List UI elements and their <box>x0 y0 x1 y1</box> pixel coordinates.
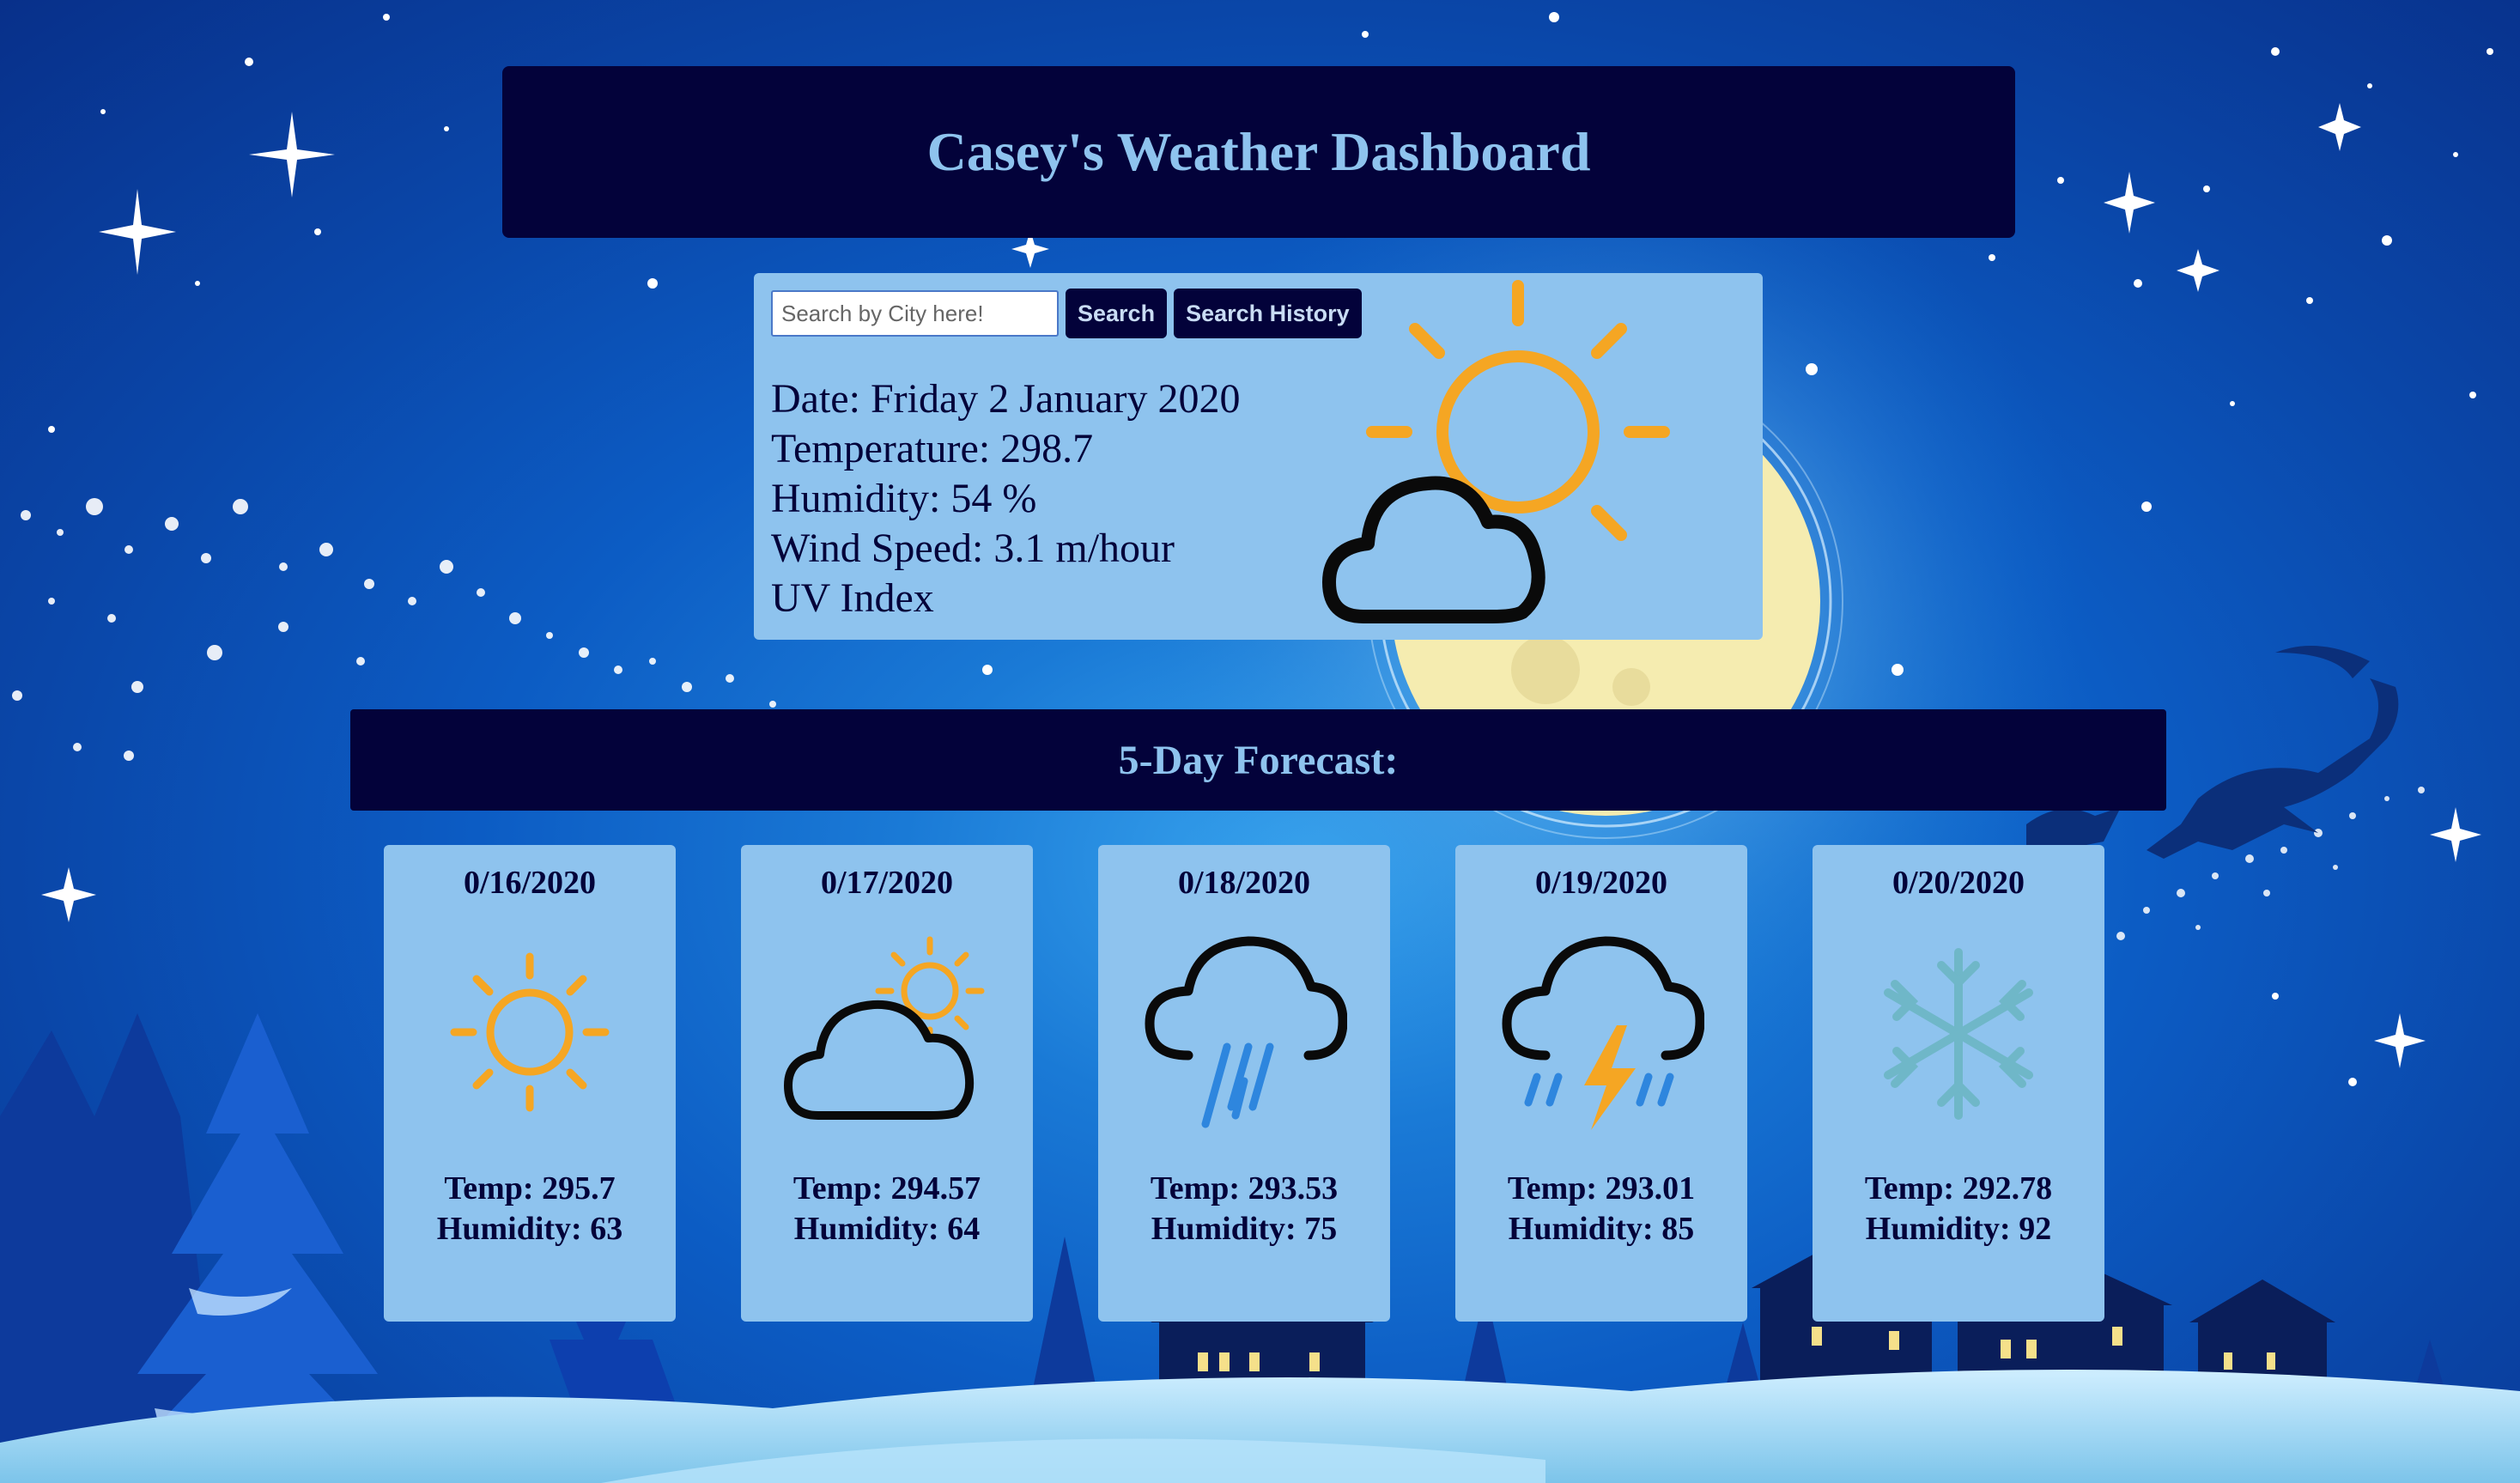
forecast-card: 0/20/2020 Temp: 292.78 Humidity: 92 <box>1813 845 2104 1322</box>
forecast-card: 0/18/2020 Temp: 293.53 Humidity: 75 <box>1098 845 1390 1322</box>
current-details: Date: Friday 2 January 2020 Temperature:… <box>771 374 1241 623</box>
forecast-date: 0/17/2020 <box>820 865 954 901</box>
sun-icon <box>450 952 610 1112</box>
current-humidity: Humidity: 54 % <box>771 476 1037 521</box>
header-banner: Casey's Weather Dashboard <box>502 66 2015 238</box>
current-uv-index: UV Index <box>771 575 934 621</box>
snowflake-icon <box>1884 948 2033 1120</box>
thunderstorm-icon <box>1502 936 1704 1130</box>
forecast-date: 0/20/2020 <box>1892 865 2025 901</box>
current-date: Date: Friday 2 January 2020 <box>771 376 1241 422</box>
forecast-temp: Temp: 294.57 <box>792 1170 981 1206</box>
forecast-temp: Temp: 293.01 <box>1507 1170 1696 1206</box>
forecast-temp: Temp: 293.53 <box>1150 1170 1339 1206</box>
current-weather-card: Search Search History Date: Friday 2 Jan… <box>754 273 1763 640</box>
city-search-input[interactable] <box>771 290 1059 337</box>
search-bar: Search Search History <box>771 289 1362 338</box>
cloud-sun-icon <box>784 936 985 1120</box>
cloud-rain-icon <box>1145 936 1347 1128</box>
forecast-card: 0/16/2020 Temp: 295.7 Humidity: 63 <box>384 845 676 1322</box>
forecast-heading: 5-Day Forecast: <box>1118 737 1399 783</box>
forecast-temp: Temp: 295.7 <box>444 1170 616 1206</box>
forecast-date: 0/19/2020 <box>1534 865 1668 901</box>
forecast-humidity: Humidity: 85 <box>1508 1211 1695 1247</box>
forecast-humidity: Humidity: 63 <box>436 1211 623 1247</box>
partly-cloudy-icon <box>1322 280 1670 623</box>
forecast-humidity: Humidity: 92 <box>1865 1211 2052 1247</box>
current-temperature: Temperature: 298.7 <box>771 426 1094 471</box>
forecast-temp: Temp: 292.78 <box>1864 1170 2053 1206</box>
search-button[interactable]: Search <box>1066 289 1168 338</box>
forecast-humidity: Humidity: 75 <box>1151 1211 1338 1247</box>
forecast-card: 0/19/2020 Temp: 293.01 Humidity: 85 <box>1455 845 1747 1322</box>
forecast-humidity: Humidity: 64 <box>793 1211 981 1247</box>
current-wind-speed: Wind Speed: 3.1 m/hour <box>771 526 1175 571</box>
page-title: Casey's Weather Dashboard <box>926 121 1591 182</box>
forecast-date: 0/16/2020 <box>463 865 597 901</box>
forecast-card: 0/17/2020 Temp: 294.57 Humidity: 64 <box>741 845 1033 1322</box>
forecast-date: 0/18/2020 <box>1177 865 1311 901</box>
forecast-heading-bar: 5-Day Forecast: <box>350 709 2166 811</box>
